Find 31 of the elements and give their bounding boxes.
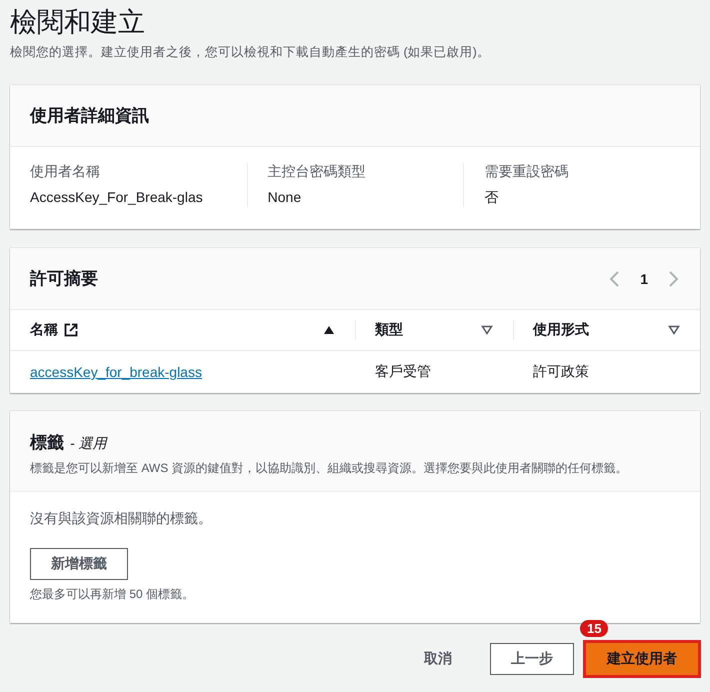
card-title: 使用者詳細資訊 xyxy=(30,105,149,127)
empty-message: 沒有與該資源相關聯的標籤。 xyxy=(30,510,213,528)
external-link-icon[interactable] xyxy=(64,323,78,337)
page-description: 檢閱您的選擇。建立使用者之後，您可以檢視和下載自動產生的密碼 (如果已啟用)。 xyxy=(10,44,491,61)
field-label: 需要重設密碼 xyxy=(484,163,570,181)
table-cell-text: 許可政策 xyxy=(532,363,590,381)
create-user-button[interactable]: 建立使用者 xyxy=(586,643,698,675)
card-title: 標籤 xyxy=(30,433,64,452)
step-badge: 15 xyxy=(580,620,608,637)
policy-link[interactable]: accessKey_for_break-glass xyxy=(30,364,202,380)
field-value: AccessKey_For_Break-glas xyxy=(30,189,204,205)
tag-limit-hint: 您最多可以再新增 50 個標籤。 xyxy=(30,586,196,603)
card-title: 許可摘要 xyxy=(30,268,98,290)
table-cell-text: 客戶受管 xyxy=(374,363,432,381)
page-number[interactable]: 1 xyxy=(636,270,652,286)
cancel-button[interactable]: 取消 xyxy=(404,643,472,675)
field-label: 使用者名稱 xyxy=(30,163,101,181)
field-value: 否 xyxy=(484,189,500,207)
column-header[interactable]: 使用形式 xyxy=(533,321,589,339)
sort-ascending-icon[interactable] xyxy=(323,325,335,335)
add-tag-button[interactable]: 新增標籤 xyxy=(30,548,128,580)
sort-icon[interactable] xyxy=(668,325,680,335)
column-header[interactable]: 類型 xyxy=(375,321,403,339)
previous-button[interactable]: 上一步 xyxy=(490,643,574,675)
field-label: 主控台密碼類型 xyxy=(268,163,367,181)
column-header[interactable]: 名稱 xyxy=(30,321,58,339)
sort-icon[interactable] xyxy=(481,325,493,335)
card-description: 標籤是您可以新增至 AWS 資源的鍵值對，以協助識別、組織或搜尋資源。選擇您要與此使用者關聯的任何標籤。 xyxy=(30,460,629,477)
page-title: 檢閱和建立 xyxy=(10,6,146,39)
field-value: None xyxy=(268,189,302,205)
optional-label: - 選用 xyxy=(70,435,107,451)
